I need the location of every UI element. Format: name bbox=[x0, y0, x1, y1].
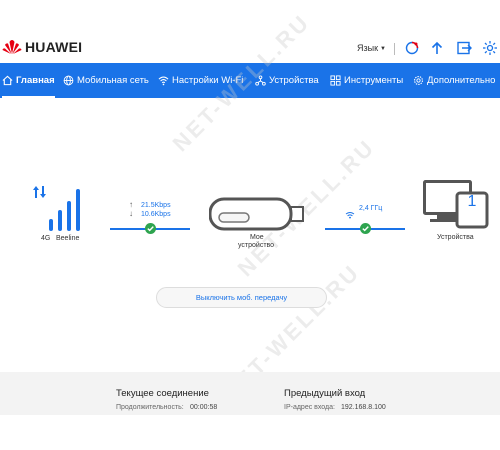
nav-item-label: Мобильная сеть bbox=[77, 75, 149, 86]
upload-speed: 21.5Kbps bbox=[141, 202, 171, 209]
huawei-logo[interactable]: HUAWEI bbox=[2, 39, 82, 55]
nav-item-tools[interactable]: Инструменты bbox=[330, 63, 403, 98]
home-icon bbox=[2, 75, 13, 86]
brightness-icon[interactable] bbox=[482, 40, 498, 56]
nav-item-label: Устройства bbox=[269, 75, 319, 86]
connection-info-panel: Текущее соединение Продолжительность: 00… bbox=[0, 372, 500, 415]
devices-label: Устройства bbox=[437, 234, 474, 241]
device-label-line1: Мое bbox=[250, 234, 264, 241]
update-icon[interactable] bbox=[404, 40, 420, 56]
nav-item-label: Инструменты bbox=[344, 75, 404, 86]
previous-login-title: Предыдущий вход bbox=[284, 388, 366, 399]
duration-value: 00:00:58 bbox=[190, 404, 218, 411]
language-label: Язык bbox=[357, 43, 379, 53]
header-divider bbox=[394, 43, 395, 55]
duration-label: Продолжительность: bbox=[116, 404, 184, 411]
upload-arrow-icon: ↑ bbox=[129, 200, 133, 209]
upload-icon[interactable] bbox=[429, 40, 445, 56]
caret-down-icon: ▼ bbox=[380, 45, 386, 52]
nav-item-home[interactable]: Главная bbox=[2, 63, 55, 98]
network-type: 4G bbox=[41, 235, 51, 242]
device-label-line2: устройство bbox=[238, 242, 275, 249]
tools-icon bbox=[330, 75, 341, 86]
current-connection-title: Текущее соединение bbox=[116, 388, 209, 399]
check-icon bbox=[360, 223, 371, 234]
language-selector[interactable]: Язык ▼ bbox=[357, 43, 386, 53]
disable-mobile-data-button[interactable]: Выключить моб. передачу bbox=[156, 287, 327, 308]
signal-bars-icon bbox=[33, 186, 80, 231]
globe-icon bbox=[63, 75, 74, 86]
nav-item-label: Главная bbox=[16, 75, 55, 86]
download-arrow-icon: ↓ bbox=[129, 209, 133, 218]
download-speed: 10.6Kbps bbox=[141, 211, 171, 218]
operator-name: Beeline bbox=[56, 235, 80, 242]
modem-device-icon bbox=[208, 197, 305, 238]
nav-item-mobile-network[interactable]: Мобильная сеть bbox=[63, 63, 149, 98]
check-icon bbox=[145, 223, 156, 234]
nav-item-label: Дополнительно bbox=[427, 75, 496, 86]
brand-name: HUAWEI bbox=[25, 39, 83, 55]
logout-icon[interactable] bbox=[456, 40, 472, 56]
nav-item-advanced[interactable]: Дополнительно bbox=[413, 63, 495, 98]
huawei-flower-icon bbox=[2, 40, 22, 54]
login-ip-value: 192.168.8.100 bbox=[341, 404, 386, 411]
gear-icon bbox=[414, 76, 423, 85]
wifi-band: 2,4 ГГц bbox=[359, 205, 383, 212]
wifi-icon bbox=[345, 206, 355, 224]
wifi-icon bbox=[158, 76, 169, 86]
signal-strength-indicator bbox=[33, 186, 93, 237]
connected-devices-count: 1 bbox=[467, 193, 477, 210]
login-ip-label: IP-адрес входа: bbox=[284, 404, 335, 411]
